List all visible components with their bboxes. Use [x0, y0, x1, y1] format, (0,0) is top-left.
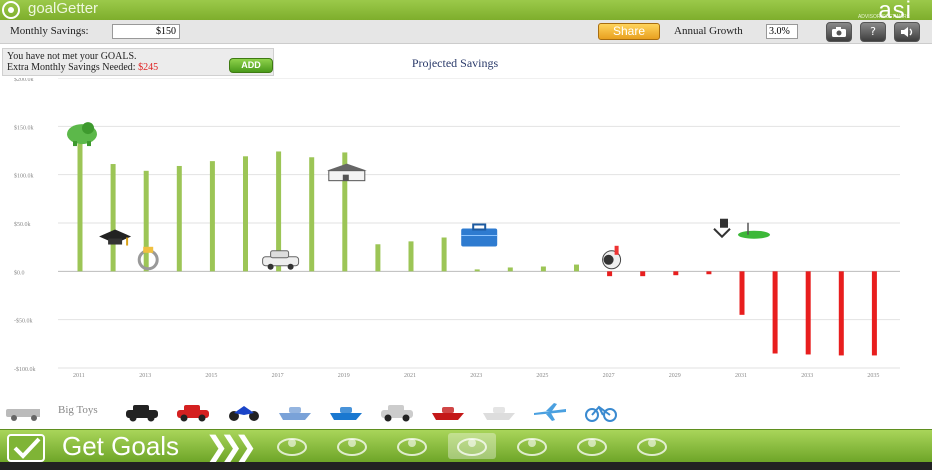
bar-2035 — [871, 271, 877, 356]
graduation-category-icon — [577, 438, 607, 456]
goal-category-bar: Get Goals ❯❯❯ — [0, 429, 932, 463]
big-toys-label: Big Toys — [58, 404, 98, 416]
bar-2030 — [706, 271, 712, 275]
y-tick-label: $0.0 — [14, 269, 25, 276]
car-category-button[interactable] — [448, 433, 496, 459]
control-bar: Monthly Savings: Share Annual Growth ? — [0, 20, 932, 44]
get-goals-label: Get Goals — [62, 431, 180, 461]
help-icon: ? — [870, 25, 876, 38]
umbrella-icon — [397, 438, 427, 456]
ring-category-icon — [517, 438, 547, 456]
bar-2015 — [209, 161, 215, 272]
sound-icon — [901, 27, 913, 37]
house-icon[interactable] — [326, 163, 367, 182]
bar-2016 — [243, 156, 248, 272]
rv-icon[interactable] — [4, 401, 40, 423]
checkmark-button[interactable] — [7, 434, 45, 462]
bar-2025 — [540, 266, 546, 272]
big-toys-strip: Big Toys — [0, 398, 932, 428]
checkmark-icon — [13, 437, 41, 459]
bar-2020 — [375, 244, 381, 272]
bar-2018 — [309, 157, 315, 272]
baby-stroller-button[interactable] — [268, 433, 316, 459]
graduation-category-button[interactable] — [568, 433, 616, 459]
camera-icon — [832, 27, 846, 37]
yacht-icon[interactable] — [481, 401, 517, 423]
x-tick-label: 2017 — [272, 373, 284, 379]
app-header: goalGetter asi ADVISOR SOFTWARE — [0, 0, 932, 24]
y-tick-label: $150.0k — [14, 124, 34, 131]
baby-icon[interactable] — [602, 245, 622, 270]
projected-savings-chart: -$100.0k -$50.0k $0.0 $50.0k $100.0k $150.0k $… — [14, 78, 900, 379]
suv-icon[interactable] — [379, 401, 415, 423]
bar-2032 — [772, 271, 778, 354]
bar-2034 — [838, 271, 844, 356]
toolbox-icon[interactable] — [461, 223, 498, 247]
y-tick-label: $100.0k — [14, 173, 34, 180]
x-tick-label: 2015 — [205, 373, 217, 379]
x-tick-label: 2031 — [735, 373, 747, 379]
y-tick-label: -$50.0k — [14, 318, 33, 325]
chart-title: Projected Savings — [411, 56, 499, 70]
sports-car-icon[interactable] — [124, 401, 160, 423]
bar-2013 — [143, 170, 149, 272]
bar-2022 — [441, 237, 447, 272]
bar-2028 — [640, 271, 646, 277]
bar-2011 — [77, 143, 83, 272]
y-tick-label: $50.0k — [14, 221, 31, 228]
car-category-icon — [457, 438, 487, 456]
bicycle-icon[interactable] — [583, 401, 619, 423]
y-tick-label: $200.0k — [14, 78, 34, 83]
red-car-icon[interactable] — [175, 401, 211, 423]
bar-2021 — [408, 241, 414, 272]
baby-stroller-icon — [277, 438, 307, 456]
help-button[interactable]: ? — [860, 22, 886, 42]
speedboat-icon[interactable] — [277, 401, 313, 423]
piggy-bank-category-button[interactable] — [628, 433, 676, 459]
app-name: goalGetter — [28, 0, 99, 17]
annual-growth-input[interactable] — [766, 24, 798, 39]
monthly-savings-input[interactable] — [112, 24, 180, 39]
tools-button[interactable] — [328, 433, 376, 459]
bar-2023 — [474, 269, 480, 272]
jet-ski-icon[interactable] — [430, 401, 466, 423]
x-tick-label: 2029 — [669, 373, 681, 379]
ring-category-button[interactable] — [508, 433, 556, 459]
x-tick-label: 2013 — [139, 373, 151, 379]
x-tick-label: 2023 — [470, 373, 482, 379]
bar-2029 — [673, 271, 679, 276]
share-button[interactable]: Share — [598, 23, 660, 40]
x-tick-label: 2019 — [338, 373, 350, 379]
dock-bar — [0, 462, 932, 470]
monthly-savings-label: Monthly Savings: — [10, 25, 89, 37]
y-tick-label: -$100.0k — [14, 366, 36, 373]
x-tick-label: 2025 — [536, 373, 548, 379]
bar-2026 — [574, 264, 579, 272]
bar-2012 — [110, 164, 116, 272]
goalgetter-logo-icon — [2, 1, 20, 19]
x-tick-label: 2027 — [603, 373, 615, 379]
bar-2033 — [805, 271, 811, 355]
bar-2031 — [739, 271, 745, 315]
graduation-cap-icon[interactable] — [99, 229, 132, 246]
sound-button[interactable] — [894, 22, 920, 42]
motorcycle-icon[interactable] — [226, 401, 262, 423]
blue-boat-icon[interactable] — [328, 401, 364, 423]
tools-icon — [337, 438, 367, 456]
bar-2024 — [507, 267, 513, 272]
x-tick-label: 2021 — [404, 373, 416, 379]
umbrella-button[interactable] — [388, 433, 436, 459]
bar-2014 — [176, 165, 182, 272]
annual-growth-label: Annual Growth — [674, 25, 743, 37]
x-tick-label: 2011 — [73, 373, 85, 379]
airplane-icon[interactable] — [532, 401, 568, 423]
chevron-arrows-icon: ❯❯❯ — [205, 430, 257, 463]
bar-2027 — [607, 271, 613, 277]
retirement-icon[interactable] — [713, 218, 770, 239]
x-tick-label: 2033 — [801, 373, 813, 379]
x-tick-label: 2035 — [867, 373, 879, 379]
piggy-bank-icon[interactable] — [67, 122, 97, 147]
piggy-bank-category-icon — [637, 438, 667, 456]
camera-button[interactable] — [826, 22, 852, 42]
